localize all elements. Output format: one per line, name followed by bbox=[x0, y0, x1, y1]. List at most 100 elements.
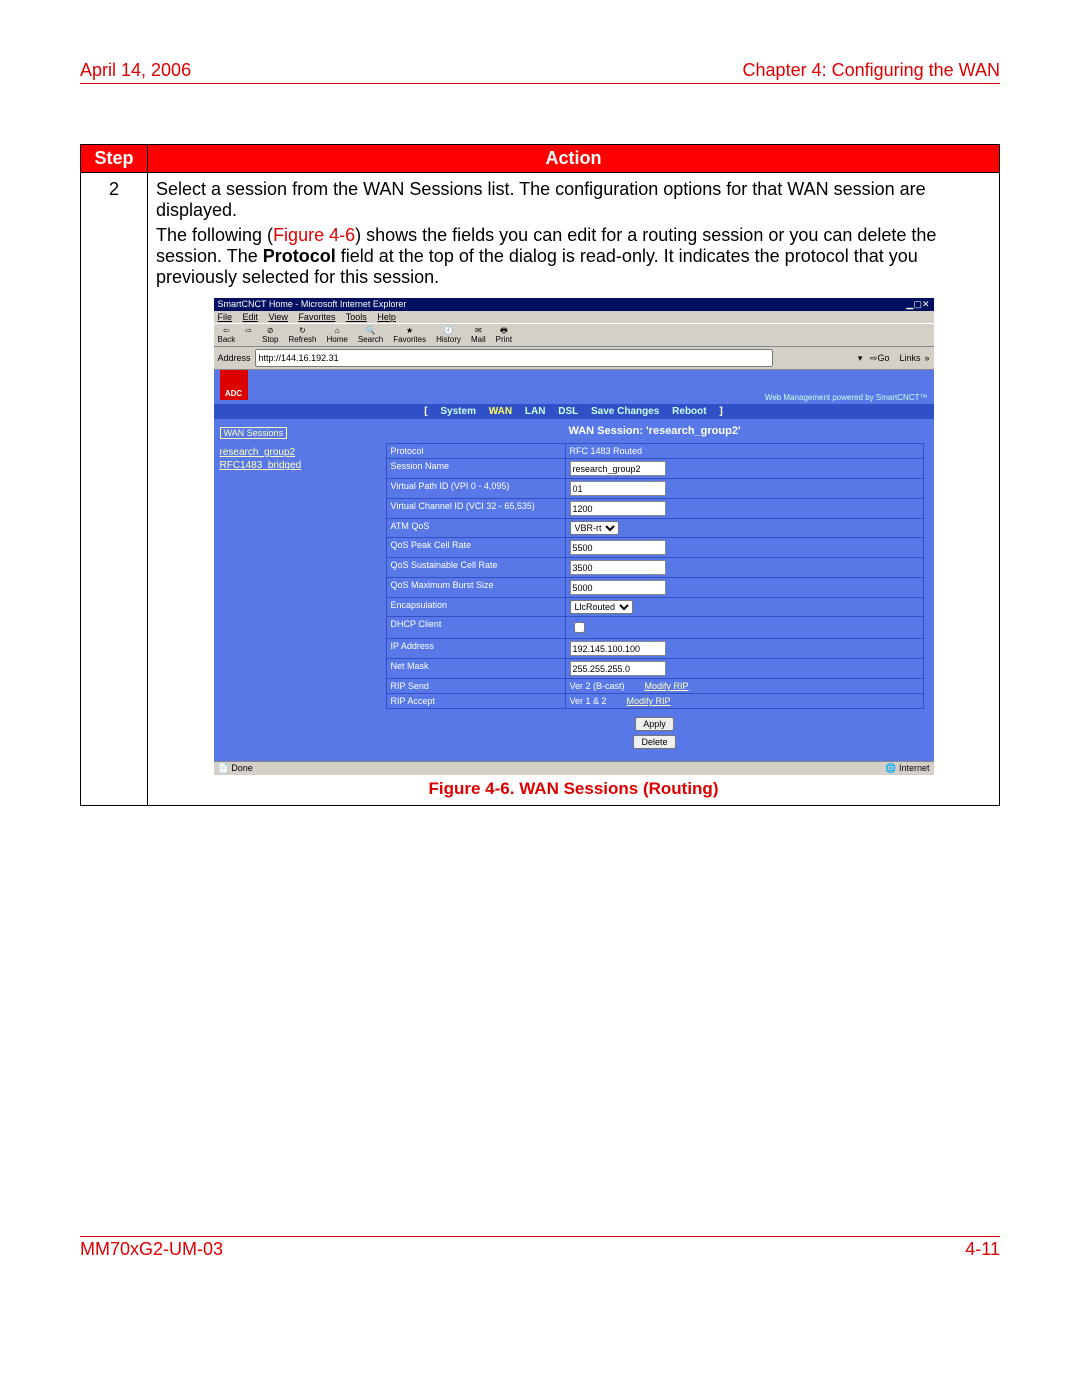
app-header: ADC Web Management powered by SmartCNCT™ bbox=[214, 370, 934, 404]
cfg-label-6: QoS Sustainable Cell Rate bbox=[386, 558, 565, 578]
header-date: April 14, 2006 bbox=[80, 60, 191, 81]
cfg-label-5: QoS Peak Cell Rate bbox=[386, 538, 565, 558]
app-navbar: [ System WAN LAN DSL Save Changes Reboot… bbox=[214, 404, 934, 419]
cfg-input-6[interactable] bbox=[570, 560, 666, 575]
sidebar-link-research[interactable]: research_group2 bbox=[220, 447, 370, 458]
modify-rip-link-12[interactable]: Modify RIP bbox=[645, 681, 689, 691]
cfg-input-2[interactable] bbox=[570, 481, 666, 496]
ie-titlebar: SmartCNCT Home - Microsoft Internet Expl… bbox=[214, 298, 934, 311]
cfg-value-13: Ver 1 & 2Modify RIP bbox=[565, 694, 923, 709]
cfg-input-10[interactable] bbox=[570, 641, 666, 656]
nav-system[interactable]: System bbox=[440, 406, 476, 417]
apply-button[interactable]: Apply bbox=[635, 717, 674, 731]
sidebar: WAN Sessions research_group2 RFC1483_bri… bbox=[214, 419, 376, 761]
ie-menu-tools[interactable]: Tools bbox=[346, 312, 367, 322]
status-left: 📄 Done bbox=[218, 763, 253, 774]
tb-back[interactable]: ⇦Back bbox=[218, 326, 236, 344]
cfg-checkbox-9[interactable] bbox=[574, 622, 585, 633]
col-step: Step bbox=[81, 145, 148, 173]
cfg-label-10: IP Address bbox=[386, 639, 565, 659]
status-right: 🌐 Internet bbox=[885, 763, 929, 774]
ie-title-text: SmartCNCT Home - Microsoft Internet Expl… bbox=[218, 299, 407, 310]
tb-print[interactable]: 🖶Print bbox=[496, 326, 512, 344]
cfg-value-3 bbox=[565, 499, 923, 519]
tb-forward[interactable]: ⇨ bbox=[245, 326, 252, 344]
tb-favorites[interactable]: ★Favorites bbox=[393, 326, 426, 344]
cfg-value-12: Ver 2 (B-cast)Modify RIP bbox=[565, 679, 923, 694]
cfg-label-1: Session Name bbox=[386, 459, 565, 479]
sidebar-heading: WAN Sessions bbox=[220, 427, 288, 439]
nav-save[interactable]: Save Changes bbox=[591, 406, 659, 417]
config-table: ProtocolRFC 1483 RoutedSession Name Virtu… bbox=[386, 443, 924, 709]
app-frame: ADC Web Management powered by SmartCNCT™… bbox=[214, 370, 934, 761]
cfg-select-8[interactable]: LlcRouted bbox=[570, 600, 633, 614]
delete-button[interactable]: Delete bbox=[633, 735, 675, 749]
ie-addressbar: Address ▾ ⇨Go Links» bbox=[214, 347, 934, 370]
ie-menu-help[interactable]: Help bbox=[377, 312, 396, 322]
ie-statusbar: 📄 Done 🌐 Internet bbox=[214, 761, 934, 775]
step-action-table: Step Action 2 Select a session from the … bbox=[80, 144, 1000, 806]
config-title: WAN Session: 'research_group2' bbox=[386, 425, 924, 437]
cfg-input-11[interactable] bbox=[570, 661, 666, 676]
nav-reboot[interactable]: Reboot bbox=[672, 406, 706, 417]
cfg-value-2 bbox=[565, 479, 923, 499]
tb-mail[interactable]: ✉Mail bbox=[471, 326, 486, 344]
addr-input[interactable] bbox=[255, 349, 773, 367]
cfg-input-7[interactable] bbox=[570, 580, 666, 595]
cfg-label-0: Protocol bbox=[386, 444, 565, 459]
figure-caption: Figure 4-6. WAN Sessions (Routing) bbox=[156, 779, 991, 799]
tb-stop[interactable]: ⊘Stop bbox=[262, 326, 278, 344]
ie-menu-file[interactable]: File bbox=[218, 312, 233, 322]
cfg-input-3[interactable] bbox=[570, 501, 666, 516]
tb-history[interactable]: 🕘History bbox=[436, 326, 461, 344]
cfg-value-9 bbox=[565, 617, 923, 639]
modify-rip-link-13[interactable]: Modify RIP bbox=[627, 696, 671, 706]
figure-ref: Figure 4-6 bbox=[273, 225, 355, 245]
cfg-label-7: QoS Maximum Burst Size bbox=[386, 578, 565, 598]
ie-menu-edit[interactable]: Edit bbox=[243, 312, 259, 322]
sidebar-link-rfc1483[interactable]: RFC1483_bridged bbox=[220, 460, 370, 471]
cfg-label-8: Encapsulation bbox=[386, 598, 565, 617]
cfg-label-13: RIP Accept bbox=[386, 694, 565, 709]
tb-search[interactable]: 🔍Search bbox=[358, 326, 383, 344]
ie-menu-view[interactable]: View bbox=[269, 312, 288, 322]
page-footer: MM70xG2-UM-03 4-11 bbox=[80, 1236, 1000, 1260]
col-action: Action bbox=[148, 145, 1000, 173]
step-number: 2 bbox=[81, 173, 148, 806]
ie-toolbar[interactable]: ⇦Back ⇨ ⊘Stop ↻Refresh ⌂Home 🔍Search ★Fa… bbox=[214, 323, 934, 347]
cfg-label-3: Virtual Channel ID (VCI 32 - 65,535) bbox=[386, 499, 565, 519]
tb-refresh[interactable]: ↻Refresh bbox=[288, 326, 316, 344]
cfg-value-5 bbox=[565, 538, 923, 558]
cfg-input-1[interactable] bbox=[570, 461, 666, 476]
header-chapter: Chapter 4: Configuring the WAN bbox=[743, 60, 1000, 81]
go-button[interactable]: ▾ ⇨Go bbox=[858, 353, 890, 364]
action-cell: Select a session from the WAN Sessions l… bbox=[148, 173, 1000, 806]
app-tagline: Web Management powered by SmartCNCT™ bbox=[765, 393, 928, 402]
links-label[interactable]: Links bbox=[899, 353, 920, 363]
adc-logo-icon: ADC bbox=[220, 370, 248, 400]
cfg-label-12: RIP Send bbox=[386, 679, 565, 694]
addr-label: Address bbox=[218, 353, 251, 363]
cfg-value-4: VBR-rt bbox=[565, 519, 923, 538]
cfg-value-8: LlcRouted bbox=[565, 598, 923, 617]
nav-lan[interactable]: LAN bbox=[525, 406, 546, 417]
cfg-input-5[interactable] bbox=[570, 540, 666, 555]
nav-dsl[interactable]: DSL bbox=[558, 406, 578, 417]
action-p1: Select a session from the WAN Sessions l… bbox=[156, 179, 991, 221]
cfg-value-6 bbox=[565, 558, 923, 578]
cfg-select-4[interactable]: VBR-rt bbox=[570, 521, 619, 535]
cfg-label-4: ATM QoS bbox=[386, 519, 565, 538]
ie-window-buttons[interactable]: ▁▢✕ bbox=[907, 299, 930, 310]
config-panel: WAN Session: 'research_group2' ProtocolR… bbox=[376, 419, 934, 761]
cfg-value-0: RFC 1483 Routed bbox=[565, 444, 923, 459]
action-p2: The following (Figure 4-6) shows the fie… bbox=[156, 225, 991, 288]
ie-menubar[interactable]: File Edit View Favorites Tools Help bbox=[214, 311, 934, 323]
cfg-label-11: Net Mask bbox=[386, 659, 565, 679]
footer-right: 4-11 bbox=[965, 1239, 1000, 1260]
cfg-value-7 bbox=[565, 578, 923, 598]
cfg-label-9: DHCP Client bbox=[386, 617, 565, 639]
ie-menu-favorites[interactable]: Favorites bbox=[298, 312, 335, 322]
footer-left: MM70xG2-UM-03 bbox=[80, 1239, 223, 1260]
nav-wan[interactable]: WAN bbox=[489, 406, 512, 417]
tb-home[interactable]: ⌂Home bbox=[326, 326, 347, 344]
